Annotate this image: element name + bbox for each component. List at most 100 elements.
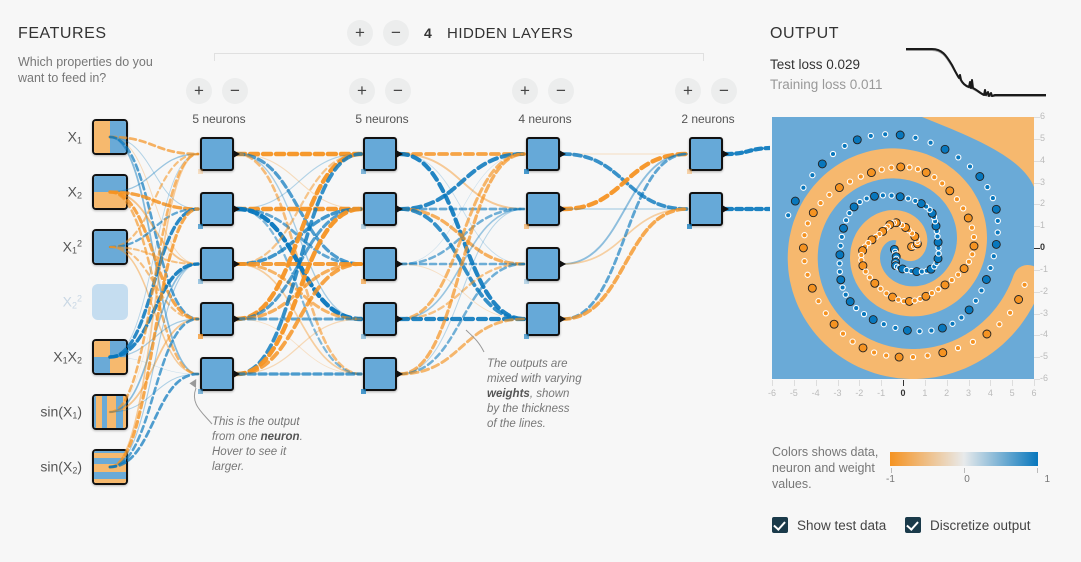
neuron-l2-n5[interactable]: [363, 357, 403, 391]
x-axis-tickmark: [924, 380, 926, 386]
data-point-class-negative: [892, 324, 899, 332]
neuron-bias-l2-n1[interactable]: [361, 169, 366, 174]
data-point-class-negative: [987, 264, 994, 272]
data-point-class-negative: [895, 130, 905, 140]
neuron-output-stub: [396, 150, 403, 158]
neuron-l4-n2[interactable]: [689, 192, 729, 226]
data-point-class-positive: [969, 251, 976, 258]
gradient-tick-min: [891, 468, 892, 473]
weight-link[interactable]: [560, 151, 690, 212]
x-axis-tick--5: -5: [789, 388, 798, 398]
data-point-class-negative: [836, 275, 846, 285]
data-point-class-positive: [963, 213, 973, 223]
callout-line-1: This is the output: [212, 416, 300, 428]
data-point-class-negative: [964, 305, 974, 315]
data-point-class-negative: [918, 268, 926, 275]
data-point-class-negative: [966, 163, 974, 170]
neuron-l3-n3[interactable]: [526, 247, 566, 281]
weight-link[interactable]: [561, 207, 689, 321]
neuron-l2-n1[interactable]: [363, 137, 403, 171]
data-point-class-positive: [945, 186, 955, 196]
weight-link[interactable]: [109, 153, 199, 358]
neuron-l3-n1[interactable]: [526, 137, 566, 171]
data-point-class-positive: [965, 258, 973, 265]
show-test-data-checkbox[interactable]: [772, 517, 788, 533]
output-heatmap[interactable]: [772, 117, 1034, 379]
neuron-bias-l1-n2[interactable]: [198, 224, 203, 229]
data-point-class-positive: [955, 271, 962, 278]
show-test-data-row[interactable]: Show test data: [772, 517, 886, 533]
data-point-class-negative: [895, 192, 905, 202]
neuron-bias-l1-n4[interactable]: [198, 334, 203, 339]
neuron-l1-n3[interactable]: [200, 247, 240, 281]
data-point-class-negative: [867, 132, 874, 140]
neuron-output-stub: [722, 205, 729, 213]
data-point-class-negative: [835, 250, 845, 260]
discretize-output-checkbox[interactable]: [905, 517, 921, 533]
data-point-class-positive: [960, 205, 967, 212]
y-axis-tick--4: -4: [1040, 329, 1049, 340]
weight-link[interactable]: [398, 152, 526, 321]
data-point-class-positive: [858, 343, 868, 353]
data-point-class-negative: [809, 172, 816, 179]
data-point-class-negative: [989, 194, 997, 202]
discretize-output-label: Discretize output: [930, 517, 1031, 533]
neuron-bias-l2-n2[interactable]: [361, 224, 366, 229]
neuron-bias-l4-n1[interactable]: [687, 169, 692, 174]
data-point-class-positive: [924, 352, 931, 359]
neuron-l3-n2[interactable]: [526, 192, 566, 226]
neuron-l1-n4[interactable]: [200, 302, 240, 336]
neuron-l3-n4[interactable]: [526, 302, 566, 336]
neuron-l1-n1[interactable]: [200, 137, 240, 171]
x-axis-tickmark: [859, 380, 861, 386]
neuron-bias-l1-n5[interactable]: [198, 389, 203, 394]
neuron-bias-l3-n2[interactable]: [524, 224, 529, 229]
data-point-class-negative: [841, 142, 848, 150]
data-point-class-positive: [807, 283, 817, 293]
y-axis-tick--2: -2: [1040, 285, 1049, 296]
neuron-l4-n1[interactable]: [689, 137, 729, 171]
neuron-l1-n2[interactable]: [200, 192, 240, 226]
neuron-bias-l1-n1[interactable]: [198, 169, 203, 174]
data-point-class-positive: [939, 180, 946, 187]
x-axis-tick-5: 5: [1009, 388, 1015, 398]
data-point-class-positive: [1014, 295, 1024, 304]
discretize-output-row[interactable]: Discretize output: [905, 517, 1031, 533]
data-point-class-positive: [804, 220, 811, 227]
x-axis-tickmark: [946, 380, 948, 386]
weight-link[interactable]: [723, 145, 770, 157]
neuron-bias-l3-n4[interactable]: [524, 334, 529, 339]
data-point-class-negative: [905, 195, 912, 202]
gradient-label-max: 1: [1044, 474, 1050, 485]
y-axis-tick-1: 1: [1040, 220, 1046, 231]
data-point-class-positive: [878, 166, 885, 173]
weight-link[interactable]: [109, 153, 199, 193]
data-point-class-negative: [838, 233, 845, 241]
x-axis-tick--1: -1: [877, 388, 886, 398]
weight-link[interactable]: [108, 372, 200, 469]
neuron-output-stub: [559, 260, 566, 268]
neuron-bias-l2-n3[interactable]: [361, 279, 366, 284]
neuron-bias-l3-n3[interactable]: [524, 279, 529, 284]
data-point-class-negative: [949, 320, 956, 327]
neuron-bias-l3-n1[interactable]: [524, 169, 529, 174]
neuron-l2-n2[interactable]: [363, 192, 403, 226]
neuron-l1-n5[interactable]: [200, 357, 240, 391]
data-point-class-positive: [954, 344, 962, 352]
callout-line-3: Hover to see it: [212, 446, 287, 458]
data-point-class-negative: [790, 196, 800, 206]
weight-link[interactable]: [108, 317, 200, 469]
y-axis-tickmark: [1034, 117, 1040, 118]
data-point-class-positive: [857, 173, 864, 180]
x-axis-tick-6: 6: [1031, 388, 1037, 398]
playground-root: FEATURES Which properties do you want to…: [0, 0, 1081, 562]
data-point-class-negative: [829, 150, 837, 158]
neuron-output-stub: [233, 260, 240, 268]
neuron-l2-n4[interactable]: [363, 302, 403, 336]
neuron-bias-l4-n2[interactable]: [687, 224, 692, 229]
neuron-l2-n3[interactable]: [363, 247, 403, 281]
neuron-bias-l2-n4[interactable]: [361, 334, 366, 339]
data-point-class-negative: [853, 304, 860, 312]
neuron-bias-l1-n3[interactable]: [198, 279, 203, 284]
neuron-bias-l2-n5[interactable]: [361, 389, 366, 394]
